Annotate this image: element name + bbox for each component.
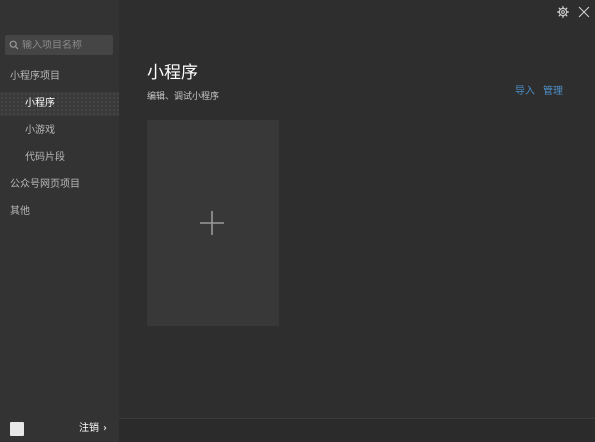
status-bar bbox=[119, 418, 595, 442]
plus-icon bbox=[200, 211, 224, 235]
sidebar-item-minigame[interactable]: 小游戏 bbox=[0, 119, 119, 143]
sidebar: 小程序项目 小程序 小游戏 代码片段 公众号网页项目 其他 注销 › bbox=[0, 0, 119, 442]
search-box[interactable] bbox=[5, 35, 113, 55]
close-icon[interactable] bbox=[577, 5, 591, 19]
sidebar-footer: 注销 › bbox=[0, 418, 119, 442]
search-icon bbox=[9, 40, 19, 50]
manage-link[interactable]: 管理 bbox=[543, 86, 563, 97]
logout-label: 注销 bbox=[79, 423, 99, 434]
gear-icon[interactable] bbox=[557, 6, 569, 18]
window-controls bbox=[535, 0, 595, 24]
avatar[interactable] bbox=[10, 422, 24, 436]
sidebar-group-other[interactable]: 其他 bbox=[0, 200, 119, 224]
app-window: 小程序项目 小程序 小游戏 代码片段 公众号网页项目 其他 注销 › bbox=[0, 0, 595, 442]
page-subtitle: 编辑、调试小程序 bbox=[147, 92, 220, 102]
header-actions: 导入 管理 bbox=[515, 82, 563, 97]
sidebar-group-miniprogram-projects[interactable]: 小程序项目 bbox=[0, 65, 119, 89]
search-input[interactable] bbox=[22, 39, 110, 51]
import-link[interactable]: 导入 bbox=[515, 86, 535, 97]
sidebar-group-official-account-web[interactable]: 公众号网页项目 bbox=[0, 173, 119, 197]
main-panel: 小程序 编辑、调试小程序 导入 管理 bbox=[119, 0, 595, 442]
sidebar-item-code-snippets[interactable]: 代码片段 bbox=[0, 146, 119, 170]
page-title: 小程序 bbox=[147, 63, 198, 83]
sidebar-item-miniprogram[interactable]: 小程序 bbox=[0, 92, 119, 116]
new-project-card[interactable] bbox=[147, 120, 279, 326]
chevron-right-icon: › bbox=[103, 423, 107, 434]
logout-button[interactable]: 注销 › bbox=[79, 418, 107, 440]
